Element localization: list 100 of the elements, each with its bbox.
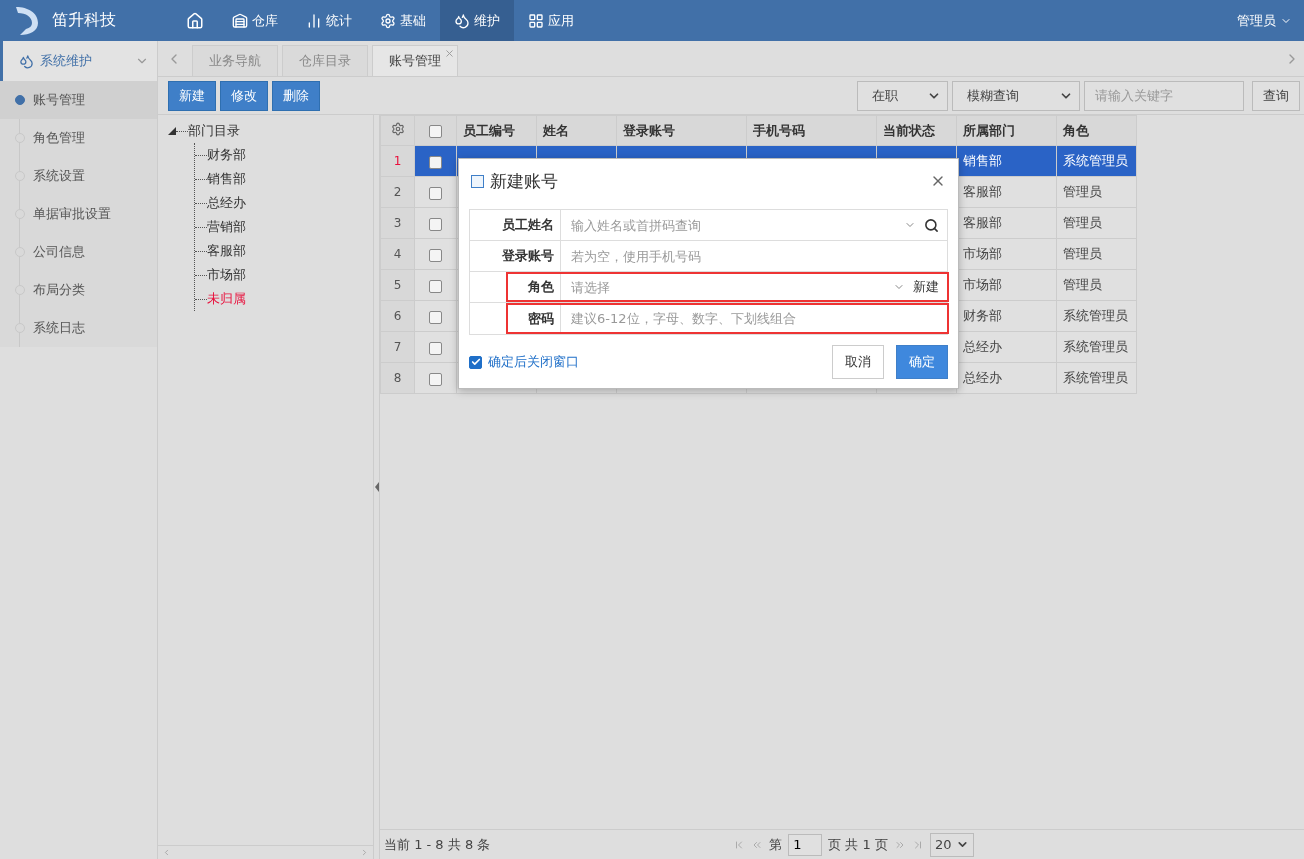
brand-name: 笛升科技 bbox=[52, 10, 116, 31]
input-field[interactable]: 输入姓名或首拼码查询 bbox=[569, 216, 896, 234]
row-number: 8 bbox=[380, 362, 415, 394]
input-field[interactable]: 建议6-12位，字母、数字、下划线组合 bbox=[569, 310, 939, 327]
column-header: 员工编号 bbox=[456, 115, 537, 146]
row-checkbox[interactable] bbox=[429, 217, 442, 231]
row-checkbox[interactable] bbox=[429, 310, 442, 324]
sidebar-item[interactable]: 布局分类 bbox=[0, 271, 157, 309]
collapse-icon[interactable] bbox=[168, 127, 176, 135]
row-checkbox[interactable] bbox=[429, 248, 442, 262]
droplet-icon[interactable] bbox=[19, 53, 34, 69]
toolbar-button[interactable]: 删除 bbox=[272, 80, 320, 111]
row-checkbox[interactable] bbox=[429, 341, 442, 355]
row-checkbox[interactable] bbox=[429, 155, 442, 169]
gear-icon[interactable] bbox=[380, 12, 396, 29]
table-cell: 客服部 bbox=[956, 207, 1057, 239]
checkbox-label[interactable]: 确定后关闭窗口 bbox=[488, 353, 579, 371]
toolbar-button[interactable]: 修改 bbox=[220, 80, 268, 111]
tab[interactable]: 账号管理 bbox=[372, 45, 458, 76]
column-header: 角色 bbox=[1056, 115, 1137, 146]
field-label: 员工姓名 bbox=[501, 216, 555, 234]
table-cell: 客服部 bbox=[956, 176, 1057, 208]
tree-node[interactable]: 市场部 bbox=[207, 266, 246, 284]
query-mode-select[interactable]: 模糊查询 bbox=[952, 80, 1080, 111]
row-number: 7 bbox=[380, 331, 415, 363]
table-cell: 总经办 bbox=[956, 331, 1057, 363]
row-checkbox[interactable] bbox=[429, 186, 442, 200]
dialog-button[interactable]: 确定 bbox=[896, 345, 948, 379]
toolbar-button[interactable]: 新建 bbox=[168, 80, 216, 111]
new-role-link[interactable]: 新建 bbox=[913, 278, 939, 296]
page-label: 第 bbox=[769, 835, 783, 854]
tree-node[interactable]: 销售部 bbox=[207, 170, 246, 188]
tree-node[interactable]: 营销部 bbox=[207, 218, 246, 236]
user-menu[interactable]: 管理员 bbox=[1237, 0, 1304, 41]
tree-node[interactable]: 部门目录 bbox=[188, 122, 240, 140]
table-cell: 管理员 bbox=[1056, 176, 1137, 208]
input-field[interactable]: 若为空，使用手机号码 bbox=[569, 247, 939, 265]
warehouse-icon[interactable] bbox=[232, 12, 248, 29]
table-cell: 市场部 bbox=[956, 269, 1057, 301]
sidebar-item[interactable]: 系统设置 bbox=[0, 157, 157, 195]
checkbox[interactable] bbox=[469, 355, 482, 369]
field-label: 登录账号 bbox=[501, 247, 555, 265]
row-checkbox[interactable] bbox=[429, 372, 442, 386]
row-number: 3 bbox=[380, 207, 415, 239]
row-number: 1 bbox=[380, 145, 415, 177]
sidebar-group[interactable]: 系统维护 bbox=[0, 41, 157, 81]
table-cell: 管理员 bbox=[1056, 207, 1137, 239]
nav-item[interactable]: 维护 bbox=[440, 0, 514, 41]
table-cell: 财务部 bbox=[956, 300, 1057, 332]
page-size-select[interactable]: 20 bbox=[930, 832, 974, 857]
column-header: 当前状态 bbox=[876, 115, 957, 146]
sidebar-item[interactable]: 公司信息 bbox=[0, 233, 157, 271]
column-header: 姓名 bbox=[536, 115, 617, 146]
tree-node[interactable]: 未归属 bbox=[207, 290, 246, 308]
droplet-icon[interactable] bbox=[454, 12, 470, 29]
settings-icon[interactable] bbox=[390, 122, 405, 136]
search-icon[interactable] bbox=[924, 217, 939, 233]
row-number: 2 bbox=[380, 176, 415, 208]
column-header: 登录账号 bbox=[616, 115, 747, 146]
table-cell: 销售部 bbox=[956, 145, 1057, 177]
logo-icon bbox=[14, 4, 40, 37]
table-cell: 系统管理员 bbox=[1056, 300, 1137, 332]
nav-item[interactable]: 统计 bbox=[292, 0, 366, 41]
nav-item[interactable]: 基础 bbox=[366, 0, 440, 41]
window-icon bbox=[471, 174, 484, 188]
status-select[interactable]: 在职 bbox=[857, 80, 948, 111]
record-summary: 当前 1 - 8 共 8 条 bbox=[384, 835, 491, 854]
keyword-field[interactable]: 请输入关键字 bbox=[1084, 80, 1244, 111]
dialog-title: 新建账号 bbox=[490, 169, 558, 193]
dialog-button[interactable]: 取消 bbox=[832, 345, 884, 379]
field-label: 角色 bbox=[527, 278, 555, 296]
row-number: 4 bbox=[380, 238, 415, 270]
page-total: 页 共 1 页 bbox=[828, 835, 888, 854]
table-cell: 系统管理员 bbox=[1056, 145, 1137, 177]
nav-item[interactable]: 仓库 bbox=[218, 0, 292, 41]
home-icon[interactable] bbox=[186, 11, 204, 30]
grid-icon[interactable] bbox=[528, 12, 544, 29]
table-cell: 系统管理员 bbox=[1056, 331, 1137, 363]
bar-chart-icon[interactable] bbox=[306, 12, 322, 29]
last-page-icon[interactable] bbox=[912, 838, 924, 851]
column-header: 手机号码 bbox=[746, 115, 877, 146]
page-field[interactable]: 1 bbox=[788, 833, 823, 856]
collapse-handle-icon[interactable] bbox=[374, 482, 379, 492]
table-cell: 系统管理员 bbox=[1056, 362, 1137, 394]
table-cell: 管理员 bbox=[1056, 238, 1137, 270]
input-field[interactable]: 请选择 bbox=[569, 278, 885, 296]
table-cell: 总经办 bbox=[956, 362, 1057, 394]
sidebar-item[interactable]: 角色管理 bbox=[0, 119, 157, 157]
query-button[interactable]: 查询 bbox=[1252, 80, 1300, 111]
tree-node[interactable]: 财务部 bbox=[207, 146, 246, 164]
row-number: 5 bbox=[380, 269, 415, 301]
tree-node[interactable]: 客服部 bbox=[207, 242, 246, 260]
select-all-checkbox[interactable] bbox=[429, 125, 442, 138]
row-checkbox[interactable] bbox=[429, 279, 442, 293]
nav-item[interactable]: 应用 bbox=[514, 0, 588, 41]
field-label: 密码 bbox=[527, 309, 555, 328]
sidebar-item[interactable]: 账号管理 bbox=[0, 81, 157, 119]
tree-node[interactable]: 总经办 bbox=[207, 194, 246, 212]
sidebar-item[interactable]: 系统日志 bbox=[0, 309, 157, 347]
sidebar-item[interactable]: 单据审批设置 bbox=[0, 195, 157, 233]
